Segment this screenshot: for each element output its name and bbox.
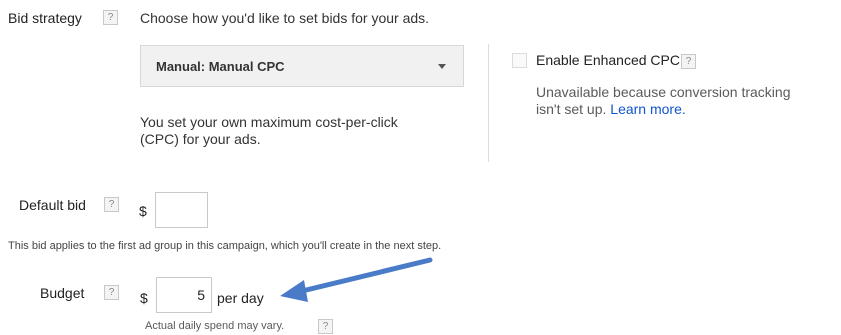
dropdown-caret-icon — [438, 64, 446, 69]
default-bid-label: Default bid — [19, 197, 86, 213]
help-icon[interactable]: ? — [318, 319, 333, 334]
bid-strategy-description: You set your own maximum cost-per-click … — [140, 114, 398, 148]
learn-more-link[interactable]: Learn more. — [610, 101, 685, 117]
bid-strategy-label: Bid strategy — [8, 10, 82, 26]
enhanced-cpc-label: Enable Enhanced CPC — [536, 52, 680, 68]
help-icon[interactable]: ? — [104, 197, 119, 212]
bid-strategy-selected-value: Manual: Manual CPC — [156, 59, 285, 74]
budget-unit: per day — [217, 290, 264, 306]
enhanced-cpc-note-line: isn't set up. Learn more. — [536, 101, 790, 118]
arrow-shaft — [295, 257, 433, 295]
bid-strategy-prompt: Choose how you'd like to set bids for yo… — [140, 10, 430, 26]
enhanced-cpc-note-line: Unavailable because conversion tracking — [536, 84, 791, 100]
help-icon[interactable]: ? — [104, 285, 119, 300]
bid-strategy-description-line: You set your own maximum cost-per-click — [140, 114, 398, 130]
enhanced-cpc-note: Unavailable because conversion tracking … — [536, 84, 790, 118]
default-bid-note: This bid applies to the first ad group i… — [8, 240, 442, 252]
default-bid-input[interactable] — [155, 192, 208, 228]
arrow-head — [280, 280, 308, 302]
enhanced-cpc-note-text: isn't set up. — [536, 101, 607, 117]
help-icon[interactable]: ? — [681, 54, 696, 69]
bid-strategy-description-line: (CPC) for your ads. — [140, 131, 261, 147]
bid-strategy-select[interactable]: Manual: Manual CPC — [140, 45, 464, 87]
budget-input[interactable] — [156, 277, 212, 313]
section-divider — [488, 44, 489, 162]
arrow-annotation-icon — [280, 257, 433, 302]
enhanced-cpc-checkbox[interactable] — [512, 53, 527, 68]
budget-note: Actual daily spend may vary. — [145, 320, 285, 332]
help-icon[interactable]: ? — [103, 10, 118, 25]
default-bid-currency: $ — [139, 203, 147, 219]
budget-label: Budget — [40, 285, 85, 301]
budget-currency: $ — [140, 290, 148, 306]
